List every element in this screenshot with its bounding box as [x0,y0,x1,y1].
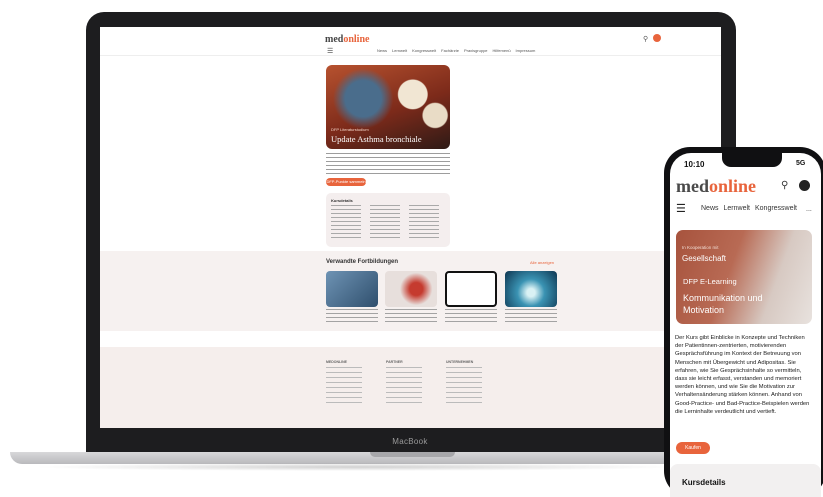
footer-column-heading: PARTNER [386,360,403,364]
card-column [331,205,361,241]
footer-links[interactable] [326,367,362,407]
related-course-tile[interactable] [505,271,557,307]
search-icon[interactable]: ⚲ [781,180,788,191]
nav-item[interactable]: News [377,48,387,53]
phone-hero-brand: Gesellschaft [682,254,727,263]
footer-column-heading: MEDONLINE [326,360,347,364]
phone-logo-main: med [676,176,709,196]
user-icon[interactable] [653,34,661,42]
phone-hero-kicker: In Kooperation mit [682,245,719,250]
phone-cta-button[interactable]: Kaufen [676,442,710,454]
desktop-description-text [326,153,450,175]
phone-logo-accent: online [709,176,757,196]
phone-nav: News Lernwelt Kongresswelt [701,205,797,212]
related-courses-title: Verwandte Fortbildungen [326,259,399,265]
phone-hero-title: Kommunikation und Motivation [683,293,763,315]
phone-card-title: Kursdetails [682,478,726,487]
footer-links[interactable] [386,367,422,407]
nav-item[interactable]: Hilfemenü [493,48,511,53]
footer-links[interactable] [446,367,482,407]
nav-item[interactable]: Fachärzte [441,48,459,53]
laptop-notch [370,452,455,457]
nav-item[interactable]: Lernwelt [724,205,750,212]
footer-column-heading: UNTERNEHMEN [446,360,474,364]
phone-logo[interactable]: medonline [676,176,756,197]
user-icon[interactable] [799,180,810,191]
laptop-shadow [30,463,680,471]
device-brand-label: MacBook [392,437,428,446]
phone-hero-elearning: DFP E-Learning [683,277,737,286]
hamburger-menu-icon[interactable]: ☰ [676,202,686,215]
desktop-hero-title: Update Asthma bronchiale [331,134,422,144]
desktop-card-title: Kursdetails [331,198,353,203]
card-column [370,205,400,241]
desktop-hero-kicker: DFP Literaturstudium [331,127,369,132]
related-course-text [385,309,437,325]
phone-status-signal: 5G [796,160,806,167]
related-course-tile[interactable] [326,271,378,307]
related-course-tile[interactable] [445,271,497,307]
related-course-text [505,309,557,325]
desktop-nav: News Lernwelt Kongresswelt Fachärzte Pra… [377,48,535,53]
nav-item[interactable]: Impressum [516,48,536,53]
desktop-logo-accent: online [343,34,370,45]
phone-notch [722,153,782,167]
related-course-tile[interactable] [385,271,437,307]
desktop-cta-button[interactable]: DFP-Punkte sammeln [326,178,366,186]
desktop-logo-main: med [325,34,344,45]
hamburger-menu-icon[interactable]: ☰ [327,47,333,55]
nav-item[interactable]: Kongresswelt [412,48,436,53]
card-column [409,205,439,241]
desktop-logo[interactable]: medonline [325,34,369,45]
related-courses-link[interactable]: Alle anzeigen [530,260,554,265]
phone-status-time: 10:10 [684,160,705,169]
search-icon[interactable]: ⚲ [643,35,648,43]
header-divider [100,55,721,56]
nav-item[interactable]: Kongresswelt [755,205,797,212]
desktop-header: medonline ⚲ [100,33,721,49]
phone-description: Der Kurs gibt Einblicke in Konzepte und … [675,335,810,415]
nav-item[interactable]: Praxisgruppe [464,48,488,53]
nav-item[interactable]: News [701,205,719,212]
laptop-screen: medonline ⚲ ☰ News Lernwelt Kongresswelt… [100,27,721,428]
related-course-text [326,309,378,325]
related-course-text [445,309,497,325]
nav-item[interactable]: Lernwelt [392,48,407,53]
nav-more[interactable]: ... [806,206,812,213]
